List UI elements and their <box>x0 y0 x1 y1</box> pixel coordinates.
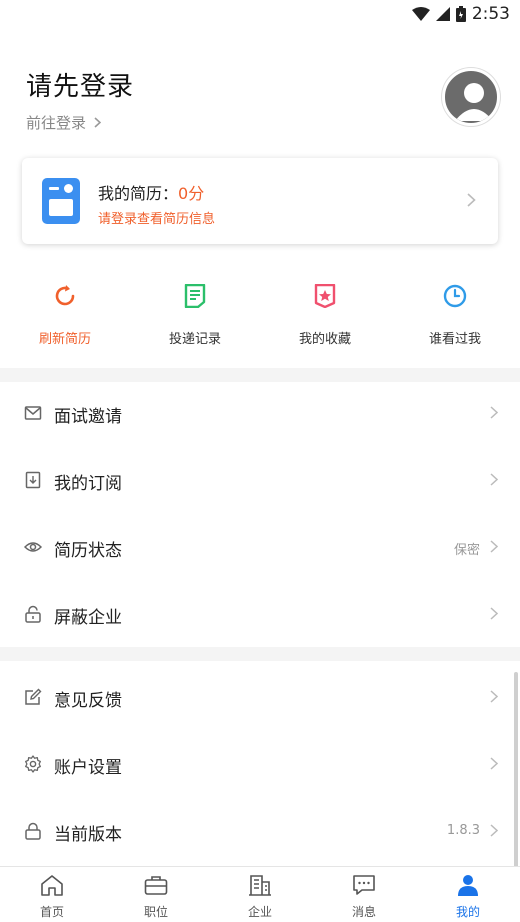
profile-header: 请先登录 前往登录 <box>26 56 500 146</box>
document-icon <box>184 284 206 308</box>
tab-home[interactable]: 首页 <box>0 867 104 922</box>
quick-refresh-resume[interactable]: 刷新简历 <box>0 282 130 360</box>
signal-icon <box>435 7 450 21</box>
menu-resume-status[interactable]: 简历状态 保密 <box>0 514 520 580</box>
menu-value: 1.8.3 <box>446 823 480 838</box>
quick-actions: 刷新简历 投递记录 我的收藏 谁看过我 <box>0 282 520 360</box>
chevron-right-icon <box>94 117 102 128</box>
menu-interview-invites[interactable]: 面试邀请 <box>0 380 520 446</box>
user-icon <box>458 875 478 896</box>
chevron-right-icon <box>490 540 498 553</box>
menu-value: 保密 <box>453 543 480 558</box>
page-title: 请先登录 <box>26 72 135 102</box>
menu-account-settings[interactable]: 账户设置 <box>0 731 520 797</box>
tab-messages[interactable]: 消息 <box>312 867 416 922</box>
avatar[interactable] <box>442 68 500 126</box>
bottom-tab-bar: 首页 职位 企业 消息 我的 <box>0 866 520 922</box>
menu-my-subscriptions[interactable]: 我的订阅 <box>0 447 520 513</box>
quick-who-viewed-me[interactable]: 谁看过我 <box>390 282 520 360</box>
lock-icon <box>25 822 41 840</box>
tab-companies[interactable]: 企业 <box>208 867 312 922</box>
menu-label: 意见反馈 <box>54 691 122 711</box>
gear-icon <box>25 755 41 773</box>
menu-label: 我的订阅 <box>54 474 122 494</box>
eye-icon <box>24 542 42 552</box>
chevron-right-icon <box>467 193 476 207</box>
menu-label: 简历状态 <box>54 541 122 561</box>
resume-title: 我的简历：0分 <box>98 184 205 203</box>
clock-time: 2:53 <box>471 4 510 24</box>
scrollbar[interactable] <box>514 672 518 872</box>
battery-icon <box>455 6 466 22</box>
mail-icon <box>24 406 42 420</box>
resume-score: 0分 <box>178 184 205 203</box>
menu-label: 当前版本 <box>54 825 122 845</box>
tab-profile[interactable]: 我的 <box>416 867 520 922</box>
message-icon <box>353 875 375 895</box>
edit-icon <box>25 688 42 705</box>
chevron-right-icon <box>490 607 498 620</box>
resume-card[interactable]: 我的简历：0分 请登录查看简历信息 <box>22 158 498 244</box>
quick-my-favorites[interactable]: 我的收藏 <box>260 282 390 360</box>
chevron-right-icon <box>490 690 498 703</box>
home-icon <box>41 875 63 896</box>
menu-block-companies[interactable]: 屏蔽企业 <box>0 581 520 647</box>
menu-feedback[interactable]: 意见反馈 <box>0 664 520 730</box>
resume-icon <box>42 178 80 224</box>
section-divider <box>0 647 520 661</box>
menu-current-version[interactable]: 当前版本 1.8.3 <box>0 798 520 864</box>
quick-delivery-records[interactable]: 投递记录 <box>130 282 260 360</box>
login-link[interactable]: 前往登录 <box>26 112 102 133</box>
unlock-icon <box>25 605 41 623</box>
briefcase-icon <box>144 876 168 895</box>
building-icon <box>249 875 271 896</box>
menu-label: 面试邀请 <box>54 407 122 427</box>
menu-label: 屏蔽企业 <box>54 608 122 628</box>
chevron-right-icon <box>490 406 498 419</box>
menu-label: 账户设置 <box>54 758 122 778</box>
bookmark-icon <box>25 471 41 489</box>
wifi-icon <box>411 7 430 21</box>
tab-jobs[interactable]: 职位 <box>104 867 208 922</box>
chevron-right-icon <box>490 824 498 837</box>
resume-hint: 请登录查看简历信息 <box>98 212 216 227</box>
login-link-label: 前往登录 <box>26 114 87 132</box>
chevron-right-icon <box>490 757 498 770</box>
status-bar: 2:53 <box>0 0 520 28</box>
refresh-icon <box>55 285 75 306</box>
clock-icon <box>443 284 467 308</box>
chevron-right-icon <box>490 473 498 486</box>
user-avatar-icon <box>455 83 493 121</box>
bookmark-star-icon <box>314 284 336 308</box>
